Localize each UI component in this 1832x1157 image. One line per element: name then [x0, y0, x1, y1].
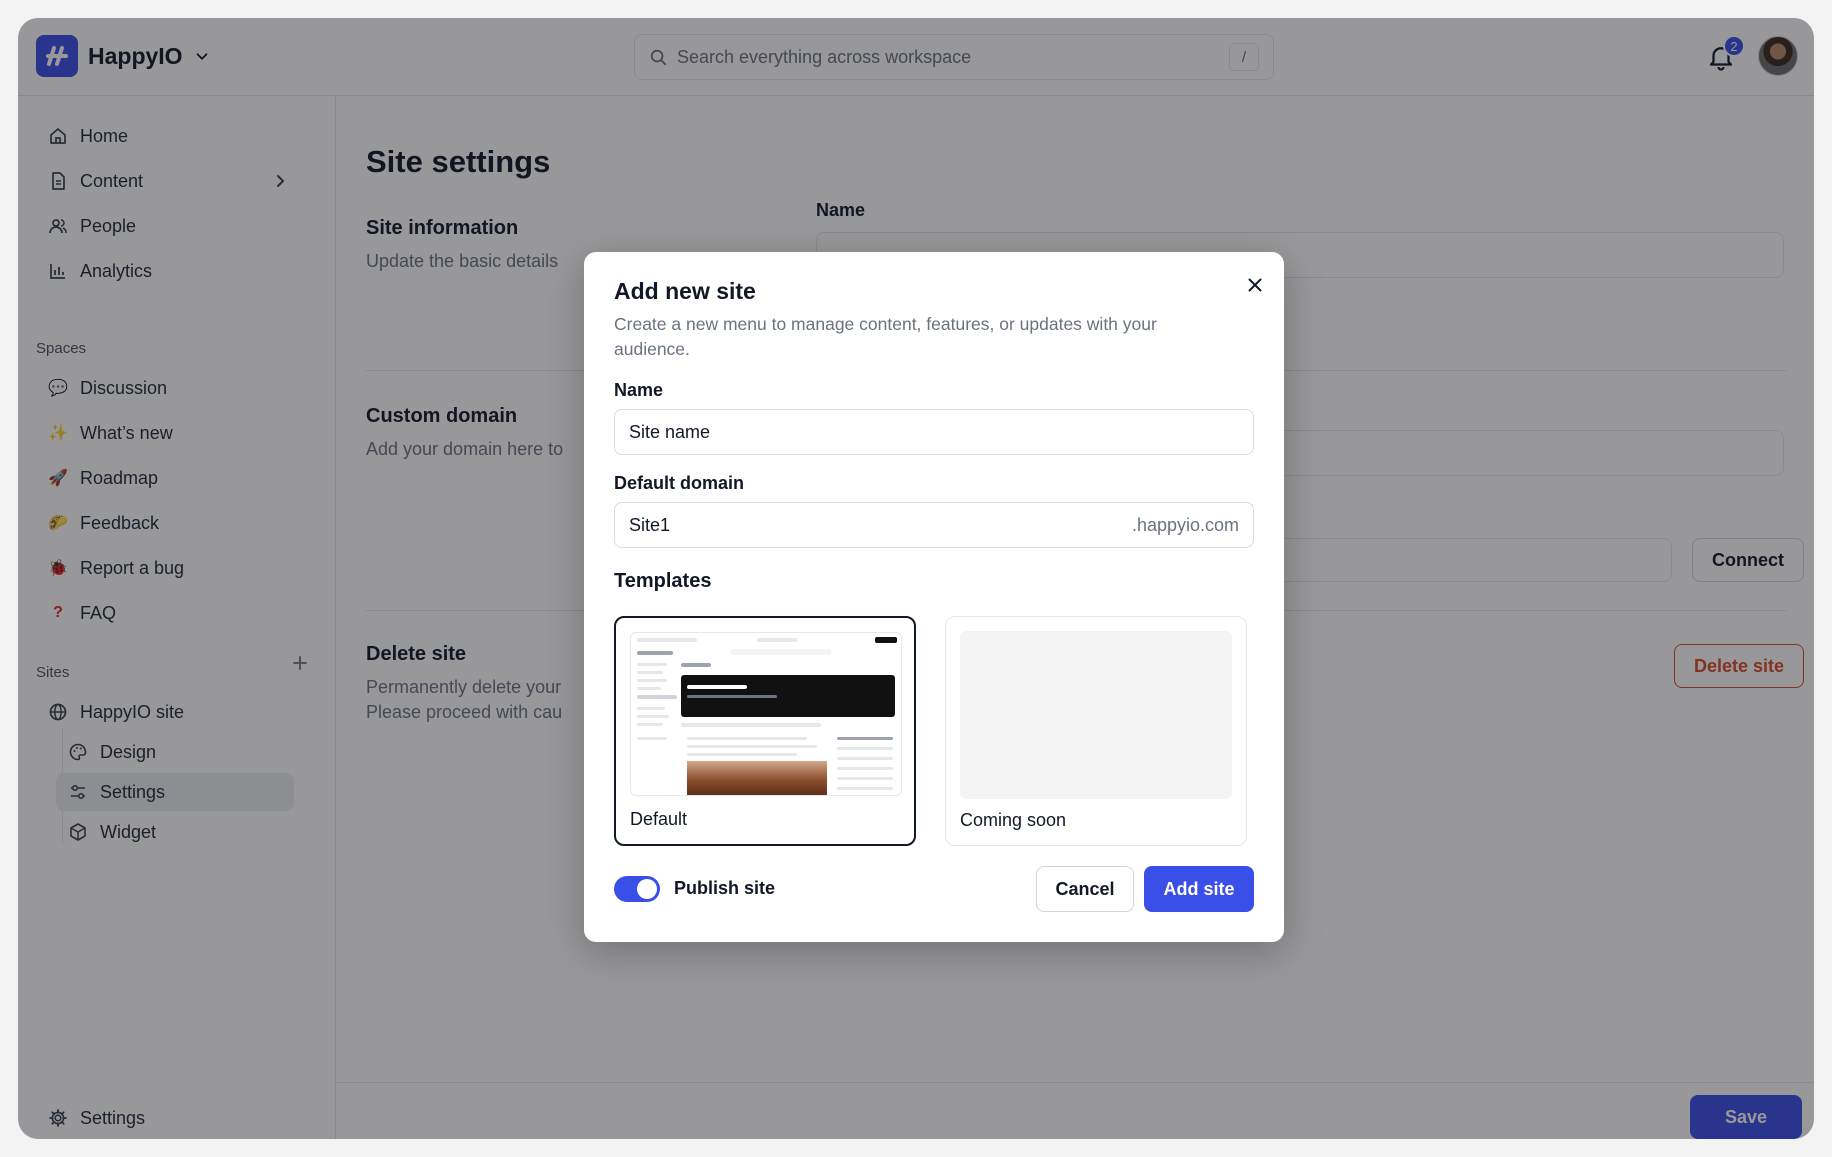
template-name: Default [630, 809, 688, 829]
publish-site-label: Publish site [674, 878, 776, 898]
name-label: Name [614, 380, 664, 400]
app-window: HappyIO Search everything across workspa… [18, 18, 1814, 1139]
close-icon[interactable] [1244, 274, 1266, 296]
template-name: Coming soon [960, 810, 1067, 830]
dialog-description: Create a new menu to manage content, fea… [614, 314, 1157, 359]
site-name-placeholder: Site name [629, 421, 711, 442]
domain-value: Site1 [629, 514, 671, 535]
add-site-dialog: Add new site Create a new menu to manage… [584, 252, 1284, 942]
templates-heading: Templates [614, 570, 712, 592]
default-domain-field[interactable]: Site1 .happyio.com [614, 502, 1254, 548]
domain-suffix: .happyio.com [1131, 514, 1239, 535]
add-site-button[interactable]: Add site [1144, 866, 1254, 912]
template-card-default[interactable]: Default [614, 616, 916, 846]
default-domain-label: Default domain [614, 473, 745, 493]
site-name-field[interactable]: Site name [614, 409, 1254, 455]
template-preview-placeholder [960, 631, 1232, 799]
cancel-button[interactable]: Cancel [1036, 866, 1134, 912]
template-preview-default [630, 632, 902, 796]
publish-site-toggle[interactable] [614, 876, 660, 902]
dialog-title: Add new site [614, 278, 756, 304]
template-card-coming-soon: Coming soon [945, 616, 1247, 846]
